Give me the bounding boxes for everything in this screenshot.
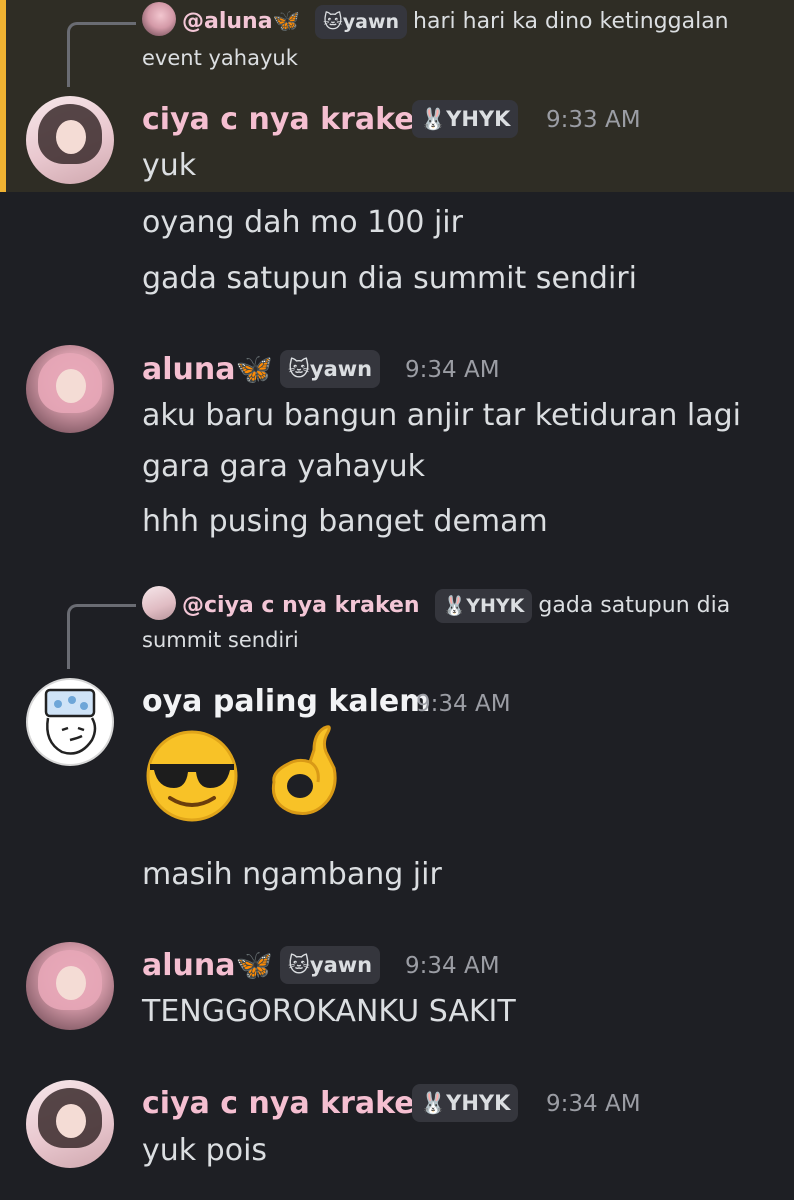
role-tag: 🐱yawn bbox=[280, 946, 381, 984]
reply-spine bbox=[67, 604, 136, 669]
username[interactable]: oya paling kalem bbox=[142, 684, 431, 719]
mention-highlight-bar bbox=[0, 0, 6, 192]
username[interactable]: ciya c nya kraken bbox=[142, 102, 436, 137]
message-text: oyang dah mo 100 jir bbox=[142, 205, 463, 240]
reply-mention[interactable]: @ciya c nya kraken bbox=[182, 593, 420, 618]
username[interactable]: aluna🦋 bbox=[142, 948, 273, 983]
timestamp: 9:34 AM bbox=[405, 953, 500, 979]
avatar-face bbox=[56, 966, 86, 1000]
avatar[interactable] bbox=[26, 1080, 114, 1168]
avatar-face bbox=[56, 369, 86, 403]
timestamp: 9:34 AM bbox=[416, 691, 511, 717]
reply-text-continued: event yahayuk bbox=[142, 46, 298, 70]
timestamp: 9:34 AM bbox=[546, 1091, 641, 1117]
message-text: gada satupun dia summit sendiri bbox=[142, 261, 637, 296]
username[interactable]: ciya c nya kraken bbox=[142, 1086, 436, 1121]
timestamp: 9:34 AM bbox=[405, 357, 500, 383]
reply-mention[interactable]: @aluna🦋 bbox=[182, 9, 300, 34]
sunglasses-face-emoji bbox=[146, 730, 238, 822]
reply-text: gada satupun dia bbox=[538, 593, 731, 618]
avatar[interactable] bbox=[26, 345, 114, 433]
reply-role-tag: 🐰YHYK bbox=[434, 589, 533, 623]
message-text: masih ngambang jir bbox=[142, 857, 442, 892]
avatar-face bbox=[56, 120, 86, 154]
message-text: aku baru bangun anjir tar ketiduran lagi bbox=[142, 398, 741, 433]
reply-text-continued: summit sendiri bbox=[142, 628, 299, 652]
message-text: yuk bbox=[142, 148, 197, 183]
message-text: yuk pois bbox=[142, 1133, 268, 1168]
message-text: gara gara yahayuk bbox=[142, 449, 426, 484]
reply-avatar bbox=[142, 586, 176, 620]
reply-avatar bbox=[142, 2, 176, 36]
avatar[interactable] bbox=[26, 942, 114, 1030]
message-text: TENGGOROKANKU SAKIT bbox=[142, 994, 516, 1029]
avatar[interactable] bbox=[26, 678, 114, 766]
username[interactable]: aluna🦋 bbox=[142, 352, 273, 387]
role-tag: 🐱yawn bbox=[280, 350, 381, 388]
reply-role-tag: 🐱yawn bbox=[314, 5, 408, 39]
timestamp: 9:33 AM bbox=[546, 107, 641, 133]
avatar[interactable] bbox=[26, 96, 114, 184]
reply-preview[interactable]: @aluna🦋 🐱yawn hari hari ka dino ketinggal… bbox=[142, 2, 729, 40]
role-tag: 🐰YHYK bbox=[412, 100, 519, 138]
reply-spine bbox=[67, 22, 136, 87]
avatar-face bbox=[56, 1104, 86, 1138]
ok-hand-emoji bbox=[271, 725, 337, 815]
reply-text: hari hari ka dino ketinggalan bbox=[413, 9, 729, 34]
reply-preview[interactable]: @ciya c nya kraken 🐰YHYK gada satupun dia bbox=[142, 586, 731, 624]
message-text: hhh pusing banget demam bbox=[142, 504, 548, 539]
avatar-drawing bbox=[44, 688, 97, 755]
role-tag: 🐰YHYK bbox=[412, 1084, 519, 1122]
